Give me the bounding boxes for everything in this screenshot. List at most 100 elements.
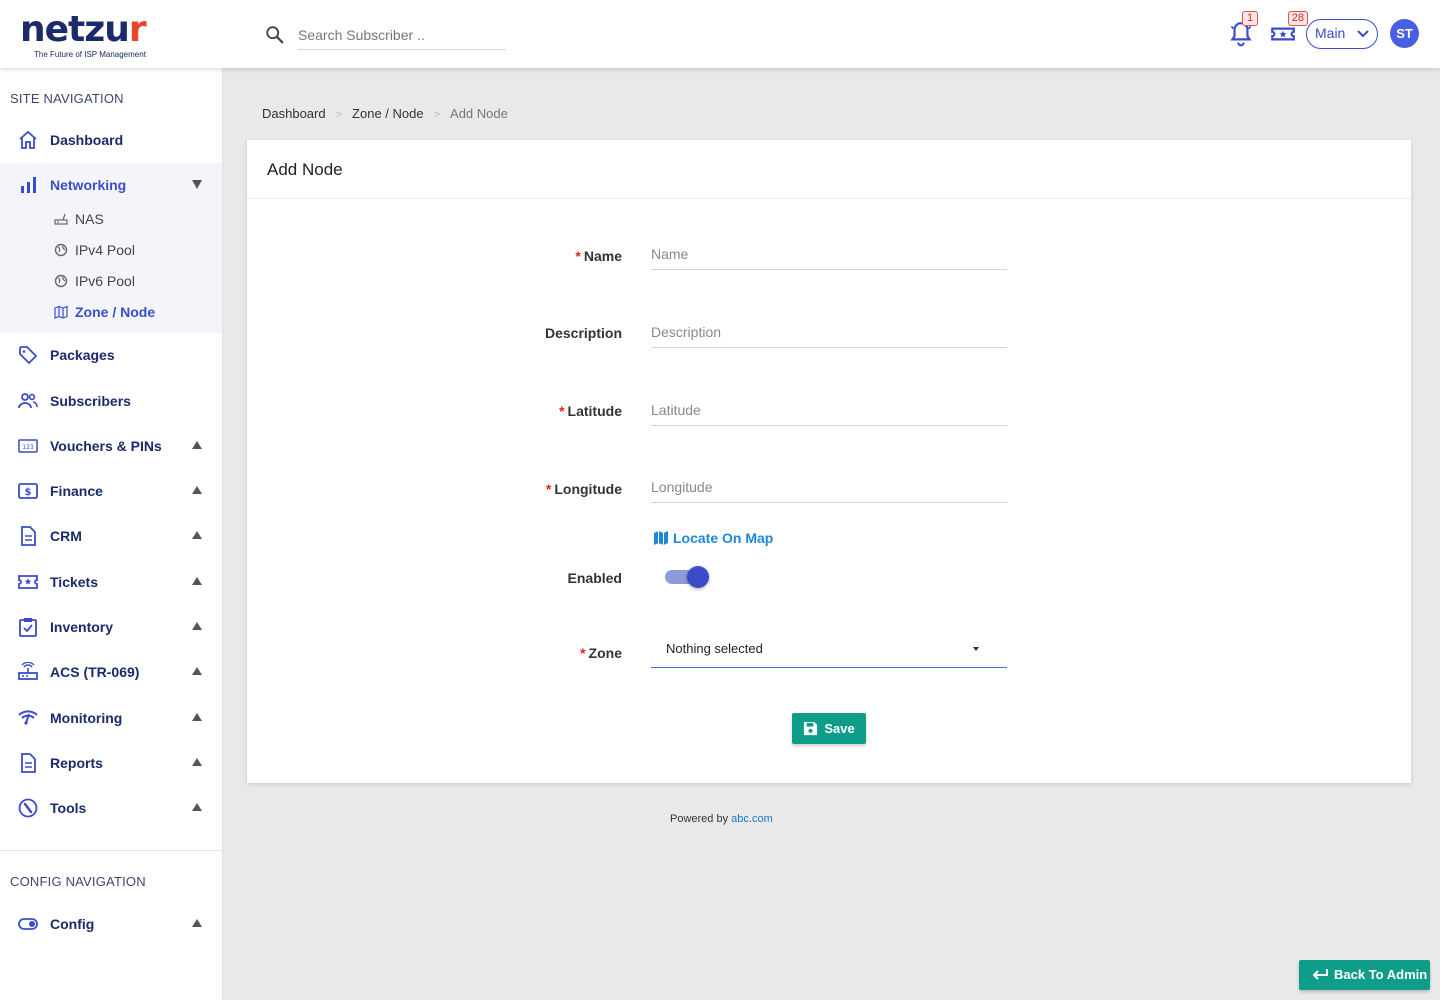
dollar-icon: $ — [18, 483, 38, 499]
breadcrumb: Dashboard > Zone / Node > Add Node — [262, 106, 508, 121]
sidebar-subitem-nas[interactable]: NAS — [0, 205, 222, 233]
logo-tagline: The Future of ISP Management — [34, 50, 146, 59]
sidebar-item-vouchers-pins[interactable]: 123 Vouchers & PINs — [0, 426, 222, 466]
required-mark: * — [545, 481, 552, 497]
zone-select-value: Nothing selected — [666, 641, 763, 656]
sidebar-item-subscribers[interactable]: Subscribers — [0, 381, 222, 421]
sidebar-item-packages[interactable]: Packages — [0, 335, 222, 375]
breadcrumb-zone-node[interactable]: Zone / Node — [352, 106, 424, 121]
svg-text:$: $ — [25, 487, 32, 498]
sidebar-item-label: Networking — [50, 177, 127, 193]
tickets-badge: 28 — [1287, 11, 1308, 26]
enabled-toggle[interactable] — [665, 566, 709, 588]
map-icon — [54, 305, 68, 319]
page-title: Add Node — [267, 160, 343, 179]
router-icon — [54, 213, 68, 225]
sidebar-subitem-ipv4-pool[interactable]: IPv4 Pool — [0, 236, 222, 264]
sidebar-item-finance[interactable]: $ Finance — [0, 471, 222, 511]
sidebar-item-networking[interactable]: Networking — [0, 165, 222, 205]
caret-up-icon — [192, 441, 202, 449]
sidebar-subitem-label: Zone / Node — [75, 304, 156, 320]
sidebar: SITE NAVIGATION Dashboard Networking NAS… — [0, 68, 223, 1000]
search-icon[interactable] — [264, 24, 286, 46]
caret-up-icon — [192, 803, 202, 811]
zone-label: * Zone — [580, 645, 622, 661]
sidebar-item-config[interactable]: Config — [0, 904, 222, 944]
sidebar-item-label: Dashboard — [50, 132, 124, 148]
return-arrow-icon — [1312, 969, 1328, 980]
wifi-icon — [18, 710, 38, 725]
sidebar-item-label: Monitoring — [50, 710, 123, 726]
longitude-label: * Longitude — [545, 481, 622, 497]
svg-text:123: 123 — [22, 444, 34, 451]
caret-up-icon — [192, 577, 202, 585]
wrench-icon — [18, 798, 38, 818]
sidebar-subitem-label: IPv6 Pool — [75, 273, 135, 289]
home-icon — [19, 130, 37, 149]
locate-on-map-link[interactable]: Locate On Map — [653, 530, 773, 546]
sidebar-subitem-label: NAS — [75, 211, 104, 227]
caret-up-icon — [192, 919, 202, 927]
latitude-input[interactable] — [651, 394, 1007, 426]
sidebar-divider — [0, 850, 222, 851]
router-icon — [18, 662, 38, 680]
users-icon — [18, 393, 38, 409]
sidebar-subitem-label: IPv4 Pool — [75, 242, 135, 258]
enabled-label: Enabled — [567, 570, 622, 586]
sidebar-item-label: Subscribers — [50, 393, 131, 409]
save-button-label: Save — [824, 721, 855, 736]
clipboard-check-icon — [19, 618, 37, 637]
config-navigation-title: CONFIG NAVIGATION — [10, 874, 146, 889]
sidebar-subitem-ipv6-pool[interactable]: IPv6 Pool — [0, 267, 222, 295]
footer: Powered by abc.com — [670, 813, 773, 825]
powered-by-text: Powered by — [670, 813, 729, 825]
caret-down-icon — [192, 180, 202, 189]
sidebar-item-label: ACS (TR-069) — [50, 664, 140, 680]
notifications-button[interactable]: 1 — [1228, 11, 1258, 48]
breadcrumb-current: Add Node — [450, 106, 508, 121]
caret-up-icon — [192, 713, 202, 721]
breadcrumb-dashboard[interactable]: Dashboard — [262, 106, 326, 121]
search-subscriber-input[interactable] — [298, 20, 506, 50]
name-label: * Name — [575, 248, 622, 264]
powered-by-link[interactable]: abc.com — [731, 813, 773, 825]
sidebar-item-crm[interactable]: CRM — [0, 516, 222, 556]
sidebar-item-label: Vouchers & PINs — [50, 438, 162, 454]
networking-group: Networking NAS IPv4 Pool IPv6 Pool Zone … — [0, 163, 222, 333]
logo-wordmark: netzur — [20, 9, 147, 50]
sidebar-item-label: Tickets — [50, 574, 98, 590]
name-input[interactable] — [651, 238, 1007, 270]
zone-select[interactable]: Nothing selected — [651, 631, 1007, 668]
numbers-icon: 123 — [18, 439, 38, 453]
ticket-icon — [18, 575, 38, 589]
sidebar-item-tools[interactable]: Tools — [0, 788, 222, 828]
sidebar-item-acs[interactable]: ACS (TR-069) — [0, 652, 222, 692]
caret-up-icon — [192, 758, 202, 766]
longitude-input[interactable] — [651, 471, 1007, 503]
account-select[interactable]: Main — [1306, 19, 1378, 49]
required-mark: * — [559, 403, 565, 419]
sidebar-item-label: Inventory — [50, 619, 114, 635]
sidebar-item-label: CRM — [50, 528, 82, 544]
sidebar-item-dashboard[interactable]: Dashboard — [0, 120, 222, 160]
description-input[interactable] — [651, 316, 1007, 348]
caret-up-icon — [192, 667, 202, 675]
caret-up-icon — [192, 486, 202, 494]
sidebar-item-inventory[interactable]: Inventory — [0, 607, 222, 647]
back-to-admin-button[interactable]: Back To Admin — [1299, 960, 1430, 990]
tickets-button[interactable]: 28 — [1270, 11, 1308, 48]
description-label: Description — [544, 325, 622, 341]
save-button[interactable]: Save — [792, 713, 866, 744]
user-avatar[interactable]: ST — [1390, 19, 1419, 48]
globe-icon — [54, 274, 68, 288]
map-icon — [654, 531, 668, 545]
sidebar-subitem-zone-node[interactable]: Zone / Node — [0, 298, 222, 326]
report-icon — [21, 753, 36, 773]
caret-up-icon — [192, 531, 202, 539]
sidebar-item-tickets[interactable]: Tickets — [0, 562, 222, 602]
sidebar-item-monitoring[interactable]: Monitoring — [0, 698, 222, 738]
sidebar-item-reports[interactable]: Reports — [0, 743, 222, 783]
netzur-logo[interactable]: netzur The Future of ISP Management — [20, 9, 147, 60]
sidebar-item-label: Tools — [50, 800, 87, 816]
toggle-icon — [18, 918, 38, 930]
